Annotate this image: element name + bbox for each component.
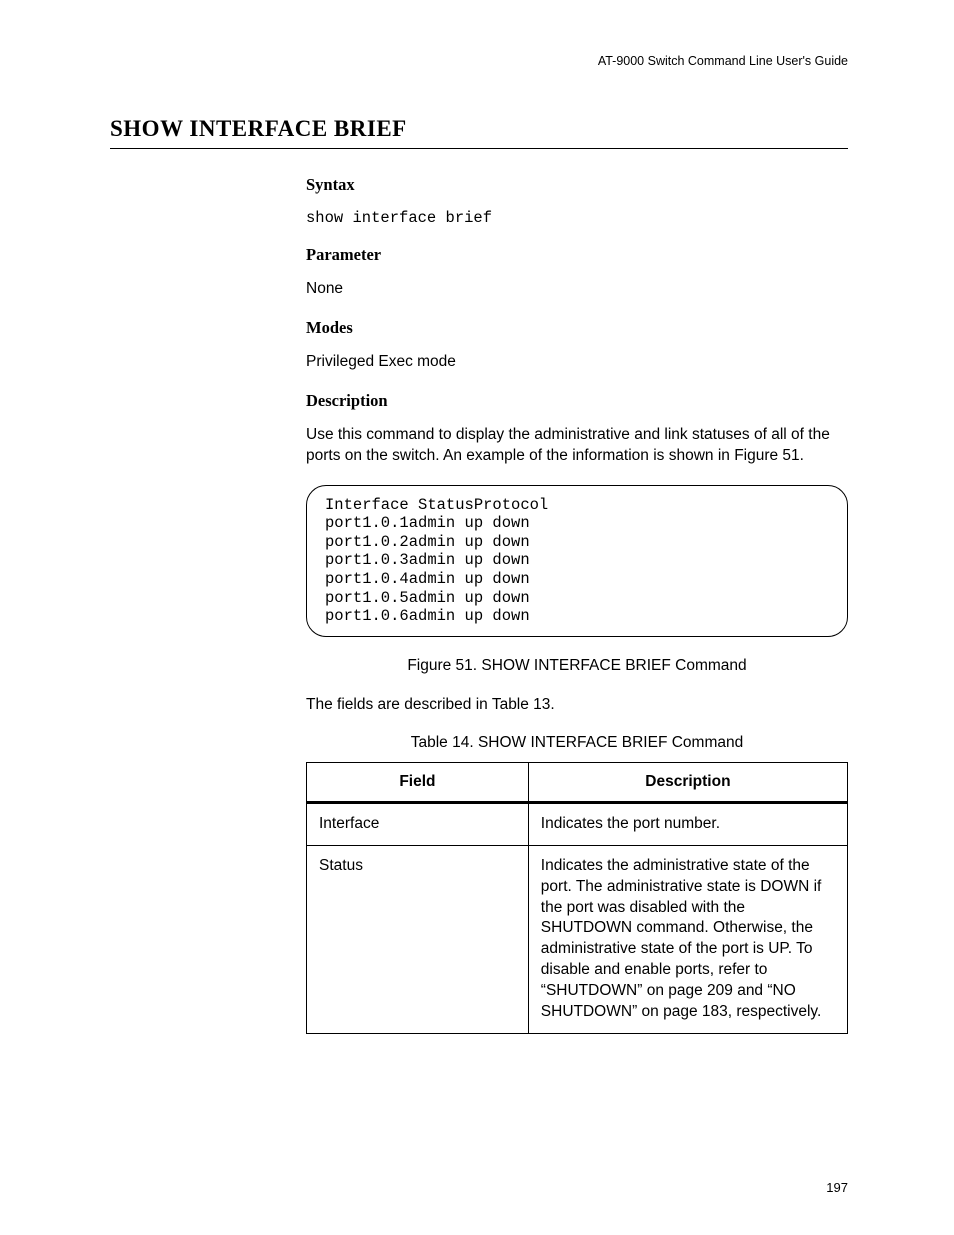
page-title: SHOW INTERFACE BRIEF — [110, 116, 848, 149]
table-row: Status Indicates the administrative stat… — [307, 845, 848, 1033]
table-row: Interface Indicates the port number. — [307, 802, 848, 845]
description-text: Use this command to display the administ… — [306, 425, 848, 467]
parameter-heading: Parameter — [306, 245, 848, 265]
parameter-text: None — [306, 279, 848, 300]
fields-table: Field Description Interface Indicates th… — [306, 762, 848, 1034]
table-cell-field: Interface — [307, 802, 529, 845]
description-heading: Description — [306, 391, 848, 411]
modes-heading: Modes — [306, 318, 848, 338]
table-cell-description: Indicates the administrative state of th… — [528, 845, 847, 1033]
table-cell-description: Indicates the port number. — [528, 802, 847, 845]
table-caption: Table 14. SHOW INTERFACE BRIEF Command — [306, 734, 848, 752]
table-cell-field: Status — [307, 845, 529, 1033]
modes-text: Privileged Exec mode — [306, 352, 848, 373]
page-number: 197 — [826, 1180, 848, 1195]
table-header-description: Description — [528, 762, 847, 802]
document-header: AT-9000 Switch Command Line User's Guide — [598, 54, 848, 68]
command-output-box: Interface StatusProtocol port1.0.1admin … — [306, 485, 848, 637]
content-area: Syntax show interface brief Parameter No… — [306, 175, 848, 1034]
syntax-command: show interface brief — [306, 209, 848, 227]
table-header-field: Field — [307, 762, 529, 802]
after-figure-text: The fields are described in Table 13. — [306, 695, 848, 716]
table-header-row: Field Description — [307, 762, 848, 802]
figure-caption: Figure 51. SHOW INTERFACE BRIEF Command — [306, 657, 848, 675]
syntax-heading: Syntax — [306, 175, 848, 195]
